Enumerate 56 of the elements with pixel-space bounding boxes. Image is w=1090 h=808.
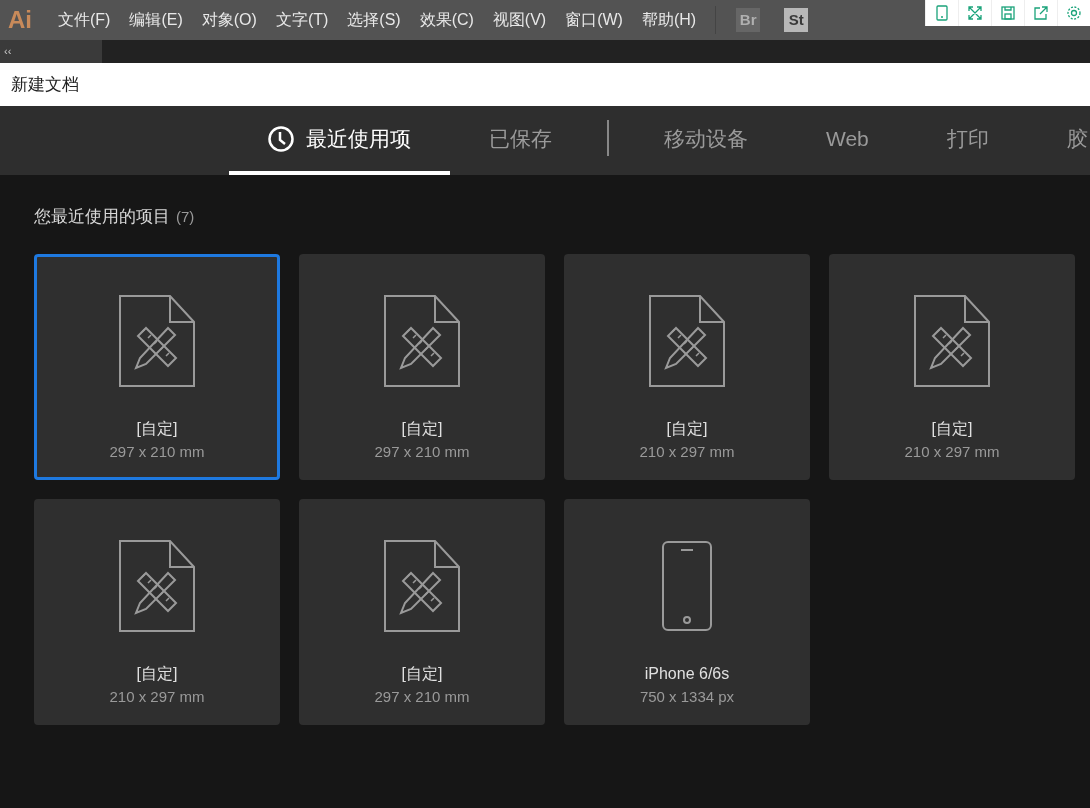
tab-label: 胶 [1066, 125, 1088, 152]
preset-card[interactable]: [自定] 210 x 297 mm [829, 253, 1075, 480]
preset-card[interactable]: iPhone 6/6s 750 x 1334 px [564, 498, 810, 725]
app-logo: Ai [7, 5, 33, 35]
preset-name: [自定] [136, 418, 178, 439]
category-tab[interactable]: 胶 [1027, 106, 1090, 175]
tab-label: 最近使用项 [306, 125, 411, 152]
preset-card[interactable]: [自定] 297 x 210 mm [34, 253, 280, 480]
tab-label: 打印 [946, 125, 989, 152]
preset-name: [自定] [401, 663, 443, 684]
preset-name: [自定] [136, 663, 178, 684]
document-ruler-pencil-icon [383, 538, 461, 633]
preset-name: [自定] [401, 418, 443, 439]
app-switcher-button[interactable]: St [784, 8, 809, 32]
document-ruler-pencil-icon [118, 293, 196, 388]
preset-size: 210 x 297 mm [904, 441, 1000, 462]
preset-name: [自定] [931, 418, 973, 439]
document-ruler-pencil-icon [118, 538, 196, 633]
preset-size: 297 x 210 mm [374, 441, 470, 462]
menu-item[interactable]: 对象(O) [197, 8, 261, 32]
menu-item[interactable]: 选择(S) [343, 8, 405, 32]
category-tab[interactable]: 移动设备 [625, 106, 787, 175]
preset-card[interactable]: [自定] 297 x 210 mm [299, 498, 545, 725]
tab-label: 已保存 [489, 125, 552, 152]
category-tab[interactable]: 最近使用项 [229, 106, 450, 175]
dialog-title: 新建文档 [11, 73, 79, 96]
document-ruler-pencil-icon [913, 293, 991, 388]
smartphone-icon [661, 539, 713, 632]
menu-item[interactable]: 编辑(E) [125, 8, 187, 32]
preset-card[interactable]: [自定] 297 x 210 mm [299, 253, 545, 480]
preset-size: 210 x 297 mm [639, 441, 735, 462]
category-tab[interactable]: 已保存 [450, 106, 591, 175]
section-title: 您最近使用的项目 [34, 206, 170, 228]
item-count: (7) [176, 207, 195, 227]
tab-label: Web [826, 125, 869, 152]
preset-name: iPhone 6/6s [644, 663, 730, 684]
preset-size: 210 x 297 mm [109, 686, 205, 707]
panel-collapse-button[interactable]: ‹‹ [0, 40, 102, 63]
category-tab[interactable]: 打印 [907, 106, 1028, 175]
menu-item[interactable]: 效果(C) [415, 8, 478, 32]
clock-icon [268, 125, 294, 152]
preset-size: 750 x 1334 px [639, 686, 735, 707]
preset-card[interactable]: [自定] 210 x 297 mm [564, 253, 810, 480]
menu-item[interactable]: 文件(F) [54, 8, 115, 32]
menu-item[interactable]: 视图(V) [488, 8, 551, 32]
menu-item[interactable]: 文字(T) [271, 8, 333, 32]
menu-item[interactable]: 帮助(H) [637, 8, 701, 32]
preset-name: [自定] [666, 418, 708, 439]
preset-size: 297 x 210 mm [374, 686, 470, 707]
menu-item[interactable]: 窗口(W) [561, 8, 627, 32]
document-ruler-pencil-icon [648, 293, 726, 388]
category-tab[interactable]: Web [787, 106, 908, 175]
preset-card[interactable]: [自定] 210 x 297 mm [34, 498, 280, 725]
tab-label: 移动设备 [664, 125, 748, 152]
document-ruler-pencil-icon [383, 293, 461, 388]
preset-size: 297 x 210 mm [109, 441, 205, 462]
